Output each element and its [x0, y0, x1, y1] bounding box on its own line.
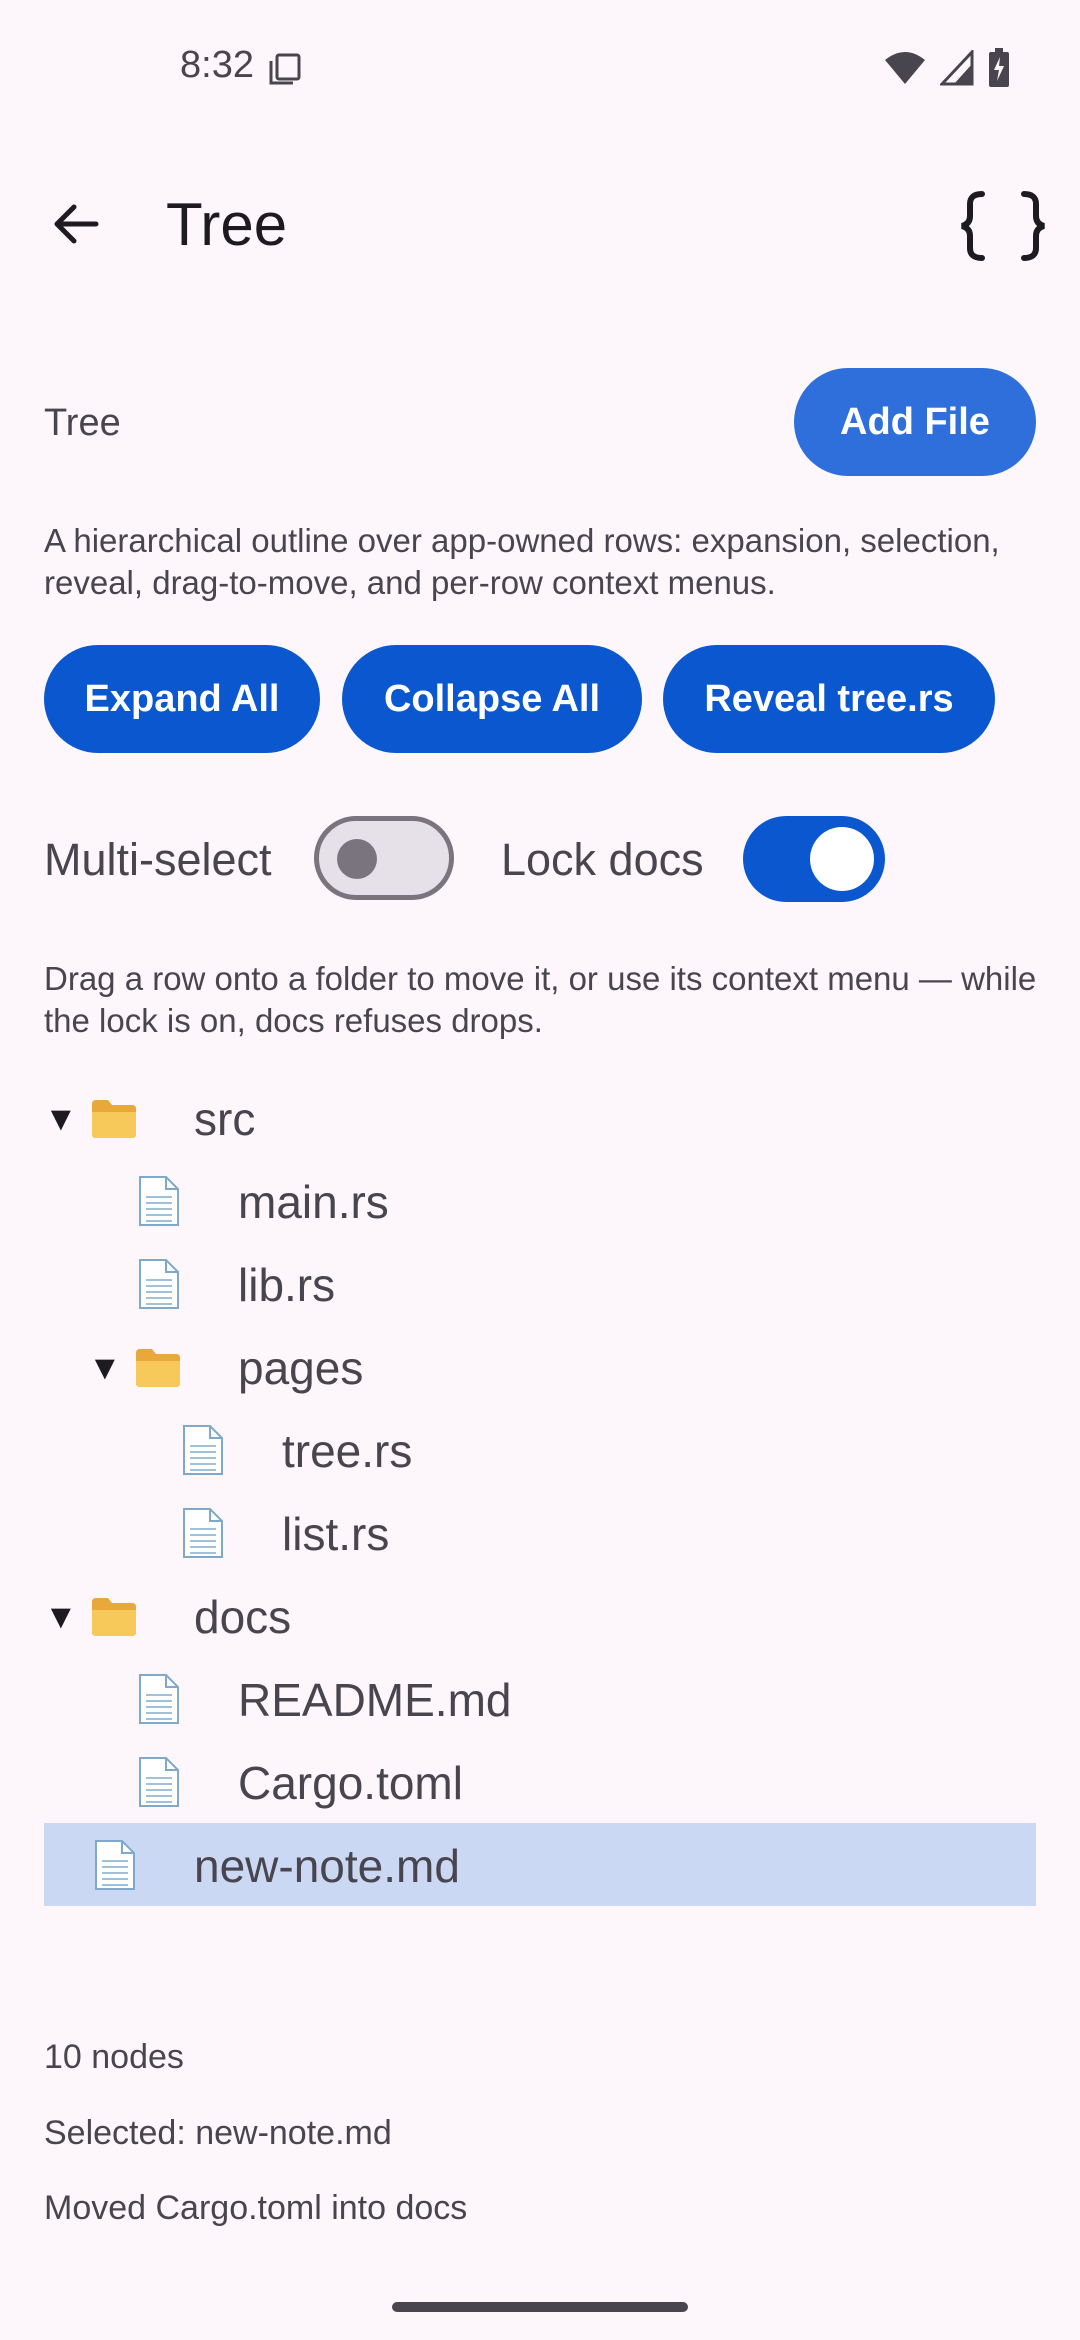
status-time: 8:32 — [180, 44, 254, 86]
folder-icon — [90, 1590, 138, 1642]
tree-file-row[interactable]: tree.rs — [44, 1408, 1036, 1491]
file-tree: ▼ src main.rs lib.rs ▼ pages tree.rs list.rs ▼ do… — [44, 1076, 1036, 1906]
add-file-button[interactable]: Add File — [794, 368, 1036, 476]
tree-row-label: new-note.md — [194, 1840, 460, 1892]
code-braces-icon[interactable] — [958, 188, 1048, 264]
folder-icon — [134, 1341, 182, 1393]
tree-row-label: list.rs — [282, 1508, 390, 1560]
file-icon — [90, 1839, 138, 1891]
switch-knob — [337, 839, 377, 879]
tree-file-row[interactable]: new-note.md — [44, 1823, 1036, 1906]
tree-folder-row[interactable]: ▼ src — [44, 1076, 1036, 1159]
gesture-bar[interactable] — [392, 2302, 688, 2312]
expand-caret-icon[interactable]: ▼ — [44, 1598, 78, 1637]
tree-file-row[interactable]: main.rs — [44, 1159, 1036, 1242]
status-icons — [884, 48, 1010, 88]
signal-icon — [940, 50, 974, 86]
section-title: Tree — [44, 402, 121, 444]
back-arrow-icon[interactable] — [44, 192, 108, 256]
folder-icon — [90, 1092, 138, 1144]
file-icon — [178, 1507, 226, 1559]
tree-folder-row[interactable]: ▼ pages — [44, 1325, 1036, 1408]
tree-row-label: src — [194, 1093, 256, 1145]
selected-status: Selected: new-note.md — [44, 2114, 392, 2152]
tree-file-row[interactable]: lib.rs — [44, 1242, 1036, 1325]
tree-row-label: Cargo.toml — [238, 1757, 463, 1809]
file-icon — [134, 1258, 182, 1310]
section-description: A hierarchical outline over app-owned ro… — [44, 522, 1000, 601]
collapse-all-button[interactable]: Collapse All — [342, 645, 642, 753]
expand-caret-icon[interactable]: ▼ — [44, 1100, 78, 1139]
multi-select-switch[interactable] — [314, 816, 454, 900]
drag-hint: Drag a row onto a folder to move it, or … — [44, 960, 1037, 1039]
tree-row-label: main.rs — [238, 1176, 389, 1228]
tree-row-label: docs — [194, 1591, 292, 1643]
tree-row-label: lib.rs — [238, 1259, 336, 1311]
tree-file-row[interactable]: list.rs — [44, 1491, 1036, 1574]
tree-file-row[interactable]: Cargo.toml — [44, 1740, 1036, 1823]
tree-row-label: pages — [238, 1342, 364, 1394]
file-icon — [134, 1175, 182, 1227]
reveal-tree-rs-button[interactable]: Reveal tree.rs — [663, 645, 995, 753]
multi-select-label: Multi-select — [44, 834, 272, 885]
last-action-status: Moved Cargo.toml into docs — [44, 2189, 468, 2227]
switch-knob — [810, 827, 874, 891]
lock-docs-switch[interactable] — [743, 816, 885, 902]
page-title: Tree — [166, 191, 288, 258]
sim-card-icon — [269, 53, 301, 85]
file-icon — [134, 1756, 182, 1808]
battery-icon — [989, 48, 1009, 87]
file-icon — [178, 1424, 226, 1476]
node-count: 10 nodes — [44, 2038, 184, 2076]
tree-row-label: tree.rs — [282, 1425, 413, 1477]
tree-folder-row[interactable]: ▼ docs — [44, 1574, 1036, 1657]
expand-caret-icon[interactable]: ▼ — [88, 1349, 122, 1388]
expand-all-button[interactable]: Expand All — [44, 645, 320, 753]
file-icon — [134, 1673, 182, 1725]
tree-file-row[interactable]: README.md — [44, 1657, 1036, 1740]
lock-docs-label: Lock docs — [501, 834, 704, 885]
tree-row-label: README.md — [238, 1674, 512, 1726]
wifi-icon — [885, 52, 925, 84]
